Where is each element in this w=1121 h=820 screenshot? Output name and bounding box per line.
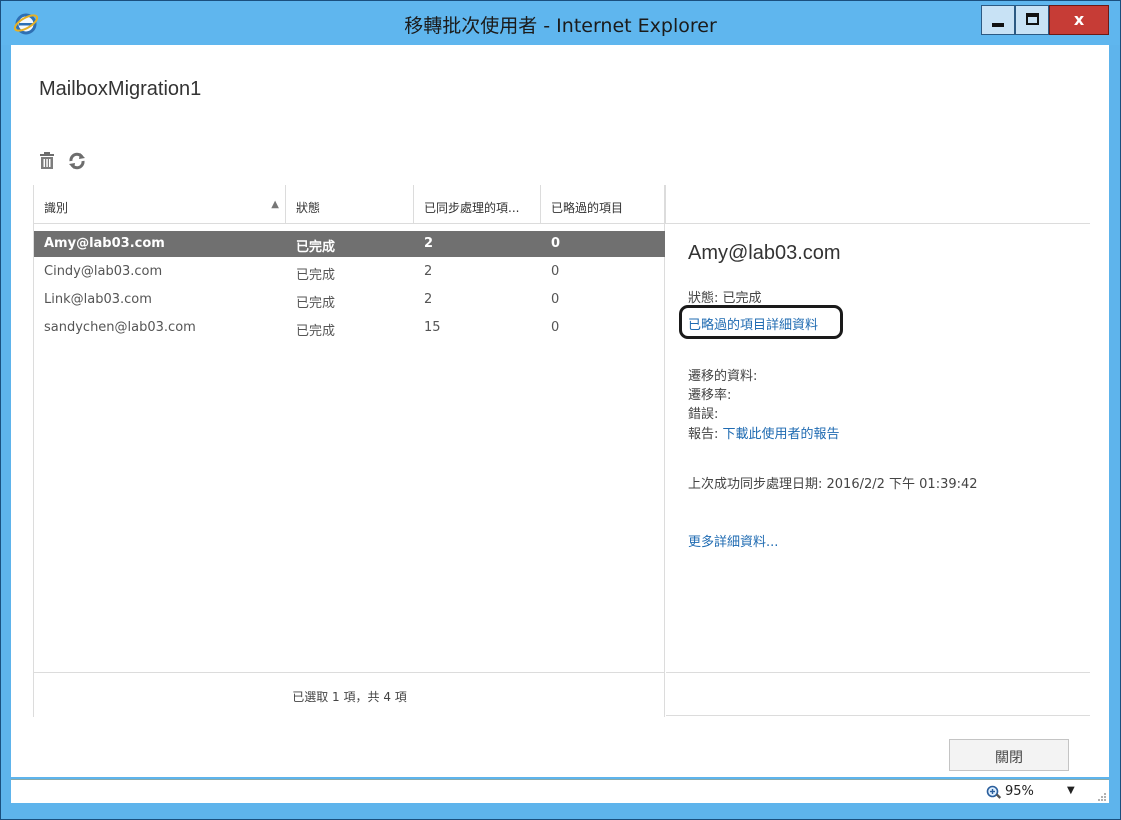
report-row: 報告: 下載此使用者的報告 [688, 423, 840, 442]
detail-user-name: Amy@lab03.com [688, 242, 841, 264]
status-bar: 95% ▼ [11, 779, 1109, 803]
row-identity: sandychen@lab03.com [44, 320, 196, 335]
errors-label: 錯誤: [688, 407, 719, 422]
row-status: 已完成 [296, 324, 336, 339]
user-list-panel: 識別 ▲ 狀態 已同步處理的項... 已略過的項目 Amy@lab03.com … [33, 185, 666, 717]
browser-window: 移轉批次使用者 - Internet Explorer x MailboxMig… [0, 0, 1121, 820]
table-row[interactable]: Amy@lab03.com 已完成 2 0 [34, 231, 665, 257]
column-header-synced[interactable]: 已同步處理的項... [414, 185, 541, 224]
close-window-button[interactable]: x [1049, 5, 1109, 35]
minimize-button[interactable] [981, 5, 1015, 35]
zoom-icon[interactable] [986, 785, 1002, 801]
window-title: 移轉批次使用者 - Internet Explorer [404, 15, 717, 37]
zoom-level[interactable]: 95% [1005, 784, 1034, 799]
row-identity: Link@lab03.com [44, 292, 152, 307]
migrated-data-label: 遷移的資料: [688, 369, 758, 384]
trash-icon[interactable] [37, 151, 57, 171]
page-title: MailboxMigration1 [39, 78, 202, 100]
row-skipped-count: 0 [551, 292, 560, 307]
detail-footer-divider [666, 672, 1090, 673]
detail-status: 狀態: 已完成 [688, 291, 762, 306]
column-header-identity[interactable]: 識別 ▲ [34, 185, 286, 224]
download-report-link[interactable]: 下載此使用者的報告 [723, 427, 840, 442]
row-skipped-count: 0 [551, 320, 560, 335]
minimize-icon [992, 23, 1004, 27]
row-identity: Cindy@lab03.com [44, 264, 163, 279]
row-status: 已完成 [296, 296, 336, 311]
table-row[interactable]: Cindy@lab03.com 已完成 2 0 [34, 259, 665, 285]
chevron-down-icon[interactable]: ▼ [1067, 785, 1075, 796]
report-label: 報告: [688, 427, 719, 442]
row-status: 已完成 [296, 240, 336, 255]
detail-panel: Amy@lab03.com 狀態: 已完成 已略過的項目詳細資料 遷移的資料: … [666, 185, 1090, 717]
row-status: 已完成 [296, 268, 336, 283]
column-header-label: 已同步處理的項... [424, 201, 520, 215]
row-synced-count: 2 [424, 236, 434, 251]
detail-bottom-divider [666, 715, 1090, 716]
row-skipped-count: 0 [551, 264, 560, 279]
last-sync-date: 上次成功同步處理日期: 2016/2/2 下午 01:39:42 [688, 477, 978, 492]
column-header-label: 識別 [44, 201, 69, 215]
row-identity: Amy@lab03.com [44, 236, 165, 251]
resize-grip-icon[interactable] [1097, 792, 1107, 802]
more-details-link[interactable]: 更多詳細資料... [688, 531, 778, 550]
dialog-content: MailboxMigration1 識別 ▲ 狀態 已同步處理的項... 已略過… [11, 45, 1109, 777]
table-row[interactable]: sandychen@lab03.com 已完成 15 0 [34, 315, 665, 341]
column-header-skipped[interactable]: 已略過的項目 [541, 185, 666, 224]
row-synced-count: 2 [424, 264, 433, 279]
sort-ascending-icon: ▲ [271, 199, 279, 210]
maximize-icon [1026, 13, 1039, 25]
column-header-status[interactable]: 狀態 [286, 185, 414, 224]
title-bar: 移轉批次使用者 - Internet Explorer x [1, 1, 1120, 45]
row-skipped-count: 0 [551, 236, 561, 251]
skipped-items-details-link[interactable]: 已略過的項目詳細資料 [688, 314, 818, 333]
column-header-label: 狀態 [296, 201, 321, 215]
maximize-button[interactable] [1015, 5, 1049, 35]
migration-rate-label: 遷移率: [688, 388, 732, 403]
row-synced-count: 15 [424, 320, 441, 335]
selection-count: 已選取 1 項，共 4 項 [34, 672, 665, 717]
column-header-label: 已略過的項目 [551, 201, 624, 215]
refresh-icon[interactable] [67, 151, 87, 171]
table-row[interactable]: Link@lab03.com 已完成 2 0 [34, 287, 665, 313]
row-synced-count: 2 [424, 292, 433, 307]
close-icon: x [1073, 10, 1085, 29]
close-button[interactable]: 關閉 [949, 739, 1069, 771]
detail-header-divider [666, 185, 1090, 224]
